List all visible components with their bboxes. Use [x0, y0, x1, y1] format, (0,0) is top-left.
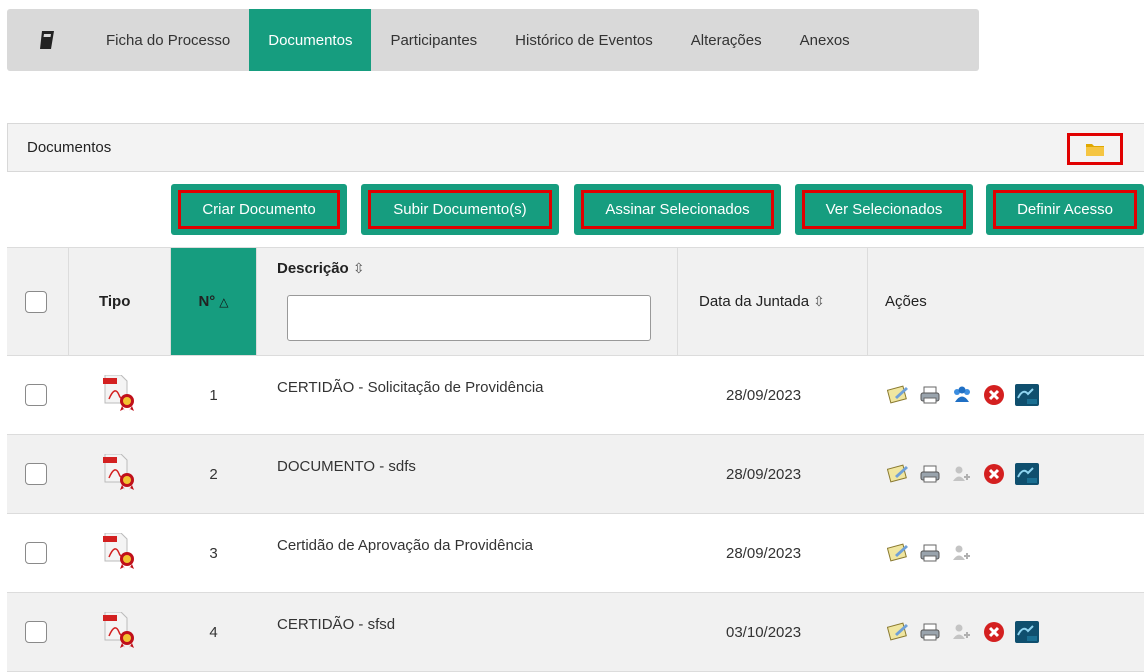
- row-number: 1: [209, 386, 218, 404]
- row-number: 3: [209, 544, 218, 562]
- row-checkbox[interactable]: [25, 384, 47, 406]
- row-description[interactable]: Certidão de Aprovação da Providência: [277, 506, 533, 584]
- sort-icon: ⇳: [813, 293, 825, 309]
- print-icon[interactable]: [919, 464, 941, 484]
- tab-historico-de-eventos[interactable]: Histórico de Eventos: [496, 9, 672, 71]
- table-header-row: Tipo N° △ Descrição ⇳ Data da Juntada ⇳ …: [7, 247, 1144, 356]
- create-document-button[interactable]: Criar Documento: [171, 184, 347, 235]
- select-all-checkbox[interactable]: [25, 290, 47, 313]
- row-number: 2: [209, 465, 218, 483]
- tab-alteracoes[interactable]: Alterações: [672, 9, 781, 71]
- header-numero[interactable]: N° △: [171, 248, 256, 355]
- folder-icon: [1086, 144, 1104, 156]
- row-date: 28/09/2023: [726, 544, 802, 562]
- table-row: 3 Certidão de Aprovação da Providência 2…: [7, 514, 1144, 593]
- row-date: 28/09/2023: [726, 465, 802, 483]
- documents-panel-header: Documentos: [7, 123, 1144, 172]
- documents-table: Tipo N° △ Descrição ⇳ Data da Juntada ⇳ …: [7, 247, 1144, 672]
- view-selected-button[interactable]: Ver Selecionados: [795, 184, 973, 235]
- row-actions: [887, 356, 1049, 434]
- row-number: 4: [209, 623, 218, 641]
- row-description[interactable]: CERTIDÃO - Solicitação de Providência: [277, 348, 544, 426]
- description-filter-input[interactable]: [287, 295, 651, 341]
- add-user-icon[interactable]: [951, 464, 973, 484]
- header-tipo: Tipo: [99, 293, 131, 310]
- sign-icon[interactable]: [1015, 463, 1039, 485]
- row-date: 28/09/2023: [726, 386, 802, 404]
- edit-icon[interactable]: [887, 385, 909, 405]
- pdf-signed-icon[interactable]: [103, 532, 137, 573]
- pdf-signed-icon[interactable]: [103, 611, 137, 652]
- tab-documentos[interactable]: Documentos: [249, 9, 372, 71]
- sign-selected-button[interactable]: Assinar Selecionados: [574, 184, 781, 235]
- print-icon[interactable]: [919, 543, 941, 563]
- book-icon[interactable]: [7, 9, 87, 71]
- tab-participantes[interactable]: Participantes: [371, 9, 496, 71]
- table-row: 4 CERTIDÃO - sfsd 03/10/2023: [7, 593, 1144, 672]
- print-icon[interactable]: [919, 622, 941, 642]
- row-actions: [887, 435, 1049, 513]
- edit-icon[interactable]: [887, 464, 909, 484]
- sort-icon: ⇳: [352, 260, 365, 276]
- tab-bar: Ficha do Processo Documentos Participant…: [7, 9, 979, 71]
- pdf-signed-icon[interactable]: [103, 453, 137, 494]
- add-user-icon[interactable]: [951, 543, 973, 563]
- table-row: 2 DOCUMENTO - sdfs 28/09/2023: [7, 435, 1144, 514]
- header-descricao[interactable]: Descrição ⇳: [277, 260, 365, 277]
- pdf-signed-icon[interactable]: [103, 374, 137, 415]
- header-data-juntada[interactable]: Data da Juntada ⇳: [699, 248, 825, 355]
- row-checkbox[interactable]: [25, 463, 47, 485]
- define-access-button[interactable]: Definir Acesso: [986, 184, 1144, 235]
- sort-asc-icon: △: [219, 294, 229, 309]
- delete-icon[interactable]: [983, 384, 1005, 406]
- row-actions: [887, 514, 983, 592]
- tab-anexos[interactable]: Anexos: [781, 9, 869, 71]
- add-user-icon[interactable]: [951, 622, 973, 642]
- delete-icon[interactable]: [983, 621, 1005, 643]
- table-row: 1 CERTIDÃO - Solicitação de Providência …: [7, 356, 1144, 435]
- participants-icon[interactable]: [951, 385, 973, 405]
- row-description[interactable]: DOCUMENTO - sdfs: [277, 427, 416, 505]
- section-title: Documentos: [27, 139, 112, 156]
- row-actions: [887, 593, 1049, 671]
- sign-icon[interactable]: [1015, 621, 1039, 643]
- edit-icon[interactable]: [887, 543, 909, 563]
- row-description[interactable]: CERTIDÃO - sfsd: [277, 585, 395, 663]
- tab-ficha-do-processo[interactable]: Ficha do Processo: [87, 9, 249, 71]
- sign-icon[interactable]: [1015, 384, 1039, 406]
- edit-icon[interactable]: [887, 622, 909, 642]
- folder-button[interactable]: [1067, 133, 1123, 165]
- header-acoes: Ações: [885, 293, 927, 310]
- row-checkbox[interactable]: [25, 542, 47, 564]
- row-date: 03/10/2023: [726, 623, 802, 641]
- print-icon[interactable]: [919, 385, 941, 405]
- delete-icon[interactable]: [983, 463, 1005, 485]
- row-checkbox[interactable]: [25, 621, 47, 643]
- upload-documents-button[interactable]: Subir Documento(s): [361, 184, 559, 235]
